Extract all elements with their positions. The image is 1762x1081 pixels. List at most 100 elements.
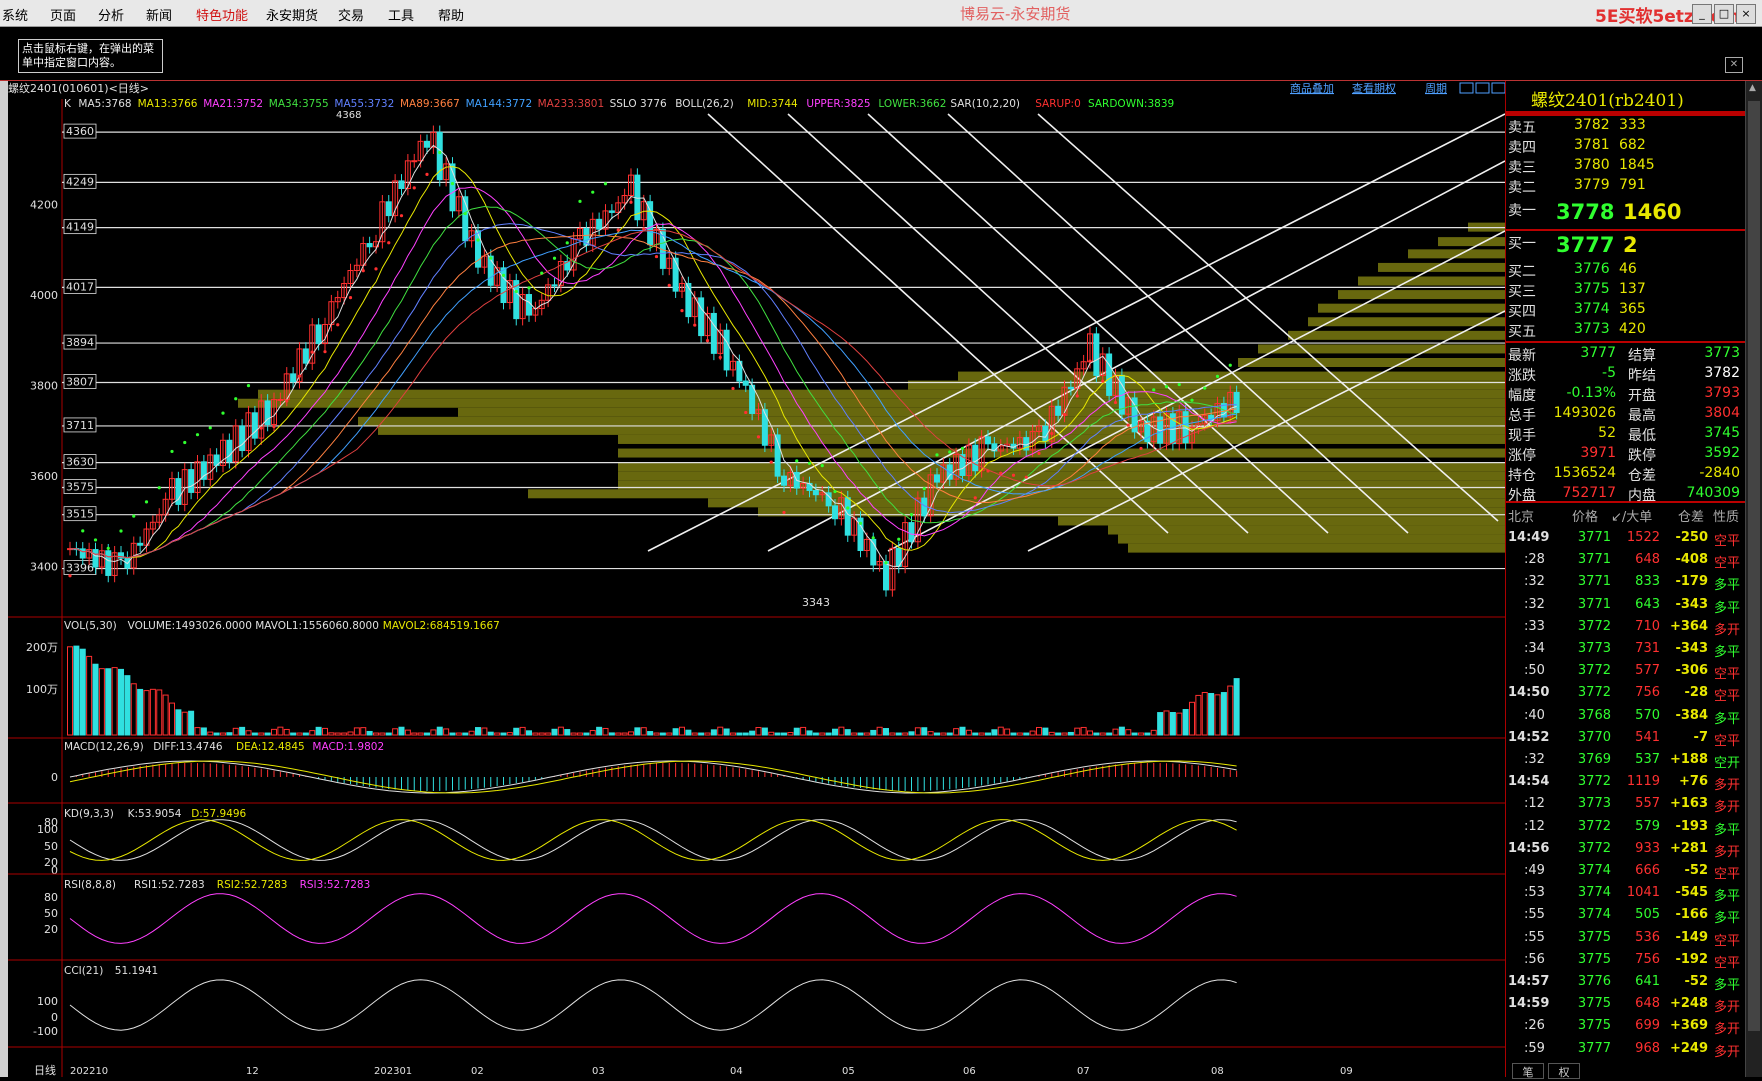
- sar-dot: [310, 350, 314, 354]
- volume-bar: [602, 727, 609, 736]
- volume-bar: [953, 728, 960, 736]
- volume-bar: [551, 728, 558, 736]
- quote-value: 3793: [1704, 385, 1740, 401]
- volume-bar: [353, 727, 360, 736]
- sar-dot: [195, 433, 200, 437]
- candle-body: [424, 140, 430, 148]
- tick-nature: 空平: [1714, 534, 1741, 549]
- volume-profile-bar: [1258, 344, 1558, 354]
- tick-price: 3776: [1577, 974, 1611, 989]
- tick-nature: 多开: [1714, 1044, 1741, 1060]
- menu-item-0[interactable]: 系统: [2, 5, 28, 24]
- tick-price: 3774: [1577, 885, 1611, 901]
- menu-item-3[interactable]: 新闻: [146, 5, 172, 24]
- ask-volume: 791: [1619, 177, 1646, 193]
- tick-nature: 多开: [1714, 1000, 1741, 1016]
- volume-bar: [1227, 685, 1234, 736]
- quote-row: 涨跌 -5 昨结 3782: [1506, 365, 1746, 385]
- quote-row: 总手 1493026 最高 3804: [1506, 405, 1746, 425]
- tick-nature: 多平: [1714, 711, 1741, 727]
- volume-bar: [1195, 694, 1202, 736]
- tick-volume: 537: [1635, 752, 1660, 767]
- price-tick-label: 3400: [30, 561, 58, 574]
- tick-nature: 多平: [1714, 911, 1741, 927]
- quote-row: 外盘 752717 内盘 740309: [1506, 485, 1746, 505]
- vertical-scrollbar[interactable]: ▲: [1745, 81, 1762, 1077]
- candle-body: [277, 398, 284, 401]
- close-button[interactable]: ×: [1736, 4, 1756, 24]
- menu-item-6[interactable]: 交易: [338, 5, 364, 24]
- quote-label: 内盘: [1628, 488, 1656, 504]
- volume-bar: [1169, 712, 1176, 736]
- tick-volume: 699: [1635, 1018, 1660, 1034]
- volume-bar: [589, 730, 596, 736]
- tick-nature: 空平: [1714, 689, 1741, 705]
- tick-oi-change: -384: [1675, 707, 1708, 723]
- bid-price: 3775: [1574, 281, 1610, 297]
- chart-instrument-label: 螺纹2401(010601)<日线>: [8, 81, 149, 95]
- ticks-header-cell: 价格: [1572, 510, 1599, 525]
- chart-link-1[interactable]: 查看期权: [1352, 81, 1396, 95]
- volume-bar: [832, 728, 838, 736]
- app-title: 博易云-永安期货: [960, 5, 1071, 23]
- tick-row: 14:56 3772 933 +281 多开: [1506, 841, 1746, 863]
- scroll-thumb[interactable]: [1748, 101, 1760, 1031]
- sar-dot: [540, 271, 544, 275]
- volume-bar: [258, 732, 265, 736]
- sar-dot: [731, 386, 735, 391]
- close-icon[interactable]: ✕: [1725, 57, 1743, 73]
- tick-time: 14:49: [1508, 530, 1550, 545]
- tick-nature: 多平: [1714, 822, 1741, 838]
- scroll-up-icon[interactable]: ▲: [1749, 83, 1760, 94]
- quote-label: 现手: [1508, 428, 1536, 444]
- quote-value: 1536524: [1553, 465, 1616, 481]
- macd-tick-label: 0: [51, 771, 58, 784]
- tick-row: :55 3774 505 -166 多平: [1506, 907, 1746, 929]
- volume-bar: [710, 729, 717, 736]
- menu-item-2[interactable]: 分析: [98, 5, 124, 24]
- menu-item-1[interactable]: 页面: [50, 5, 76, 24]
- chart-link-2[interactable]: 周期: [1425, 82, 1447, 95]
- volume-bar: [341, 732, 348, 736]
- tick-nature: 多平: [1714, 645, 1741, 660]
- candle-body: [781, 475, 787, 486]
- candle-body: [92, 549, 99, 568]
- tick-price: 3772: [1577, 663, 1611, 679]
- chart-area[interactable]: 螺纹2401(010601)<日线> 商品叠加 查看期权 周期 K MA5:3768 MA1…: [8, 81, 1558, 1077]
- volume-bar: [844, 729, 851, 736]
- menu-item-4[interactable]: 特色功能: [196, 5, 248, 24]
- tick-volume: 648: [1635, 552, 1660, 568]
- tick-oi-change: -28: [1684, 685, 1709, 701]
- quote-value: 3804: [1704, 405, 1740, 421]
- tick-oi-change: -306: [1675, 663, 1708, 679]
- price-tick-label: 3600: [30, 470, 58, 483]
- chart-link-0[interactable]: 商品叠加: [1290, 81, 1334, 95]
- minimize-button[interactable]: _: [1692, 4, 1712, 24]
- rsi_panel-line-0: [69, 893, 1237, 944]
- macd-legend-2: DEA:12.4845: [236, 741, 305, 753]
- volume-bar: [1042, 727, 1049, 736]
- volume-bar: [124, 675, 131, 736]
- volume-bar: [902, 732, 909, 736]
- maximize-button[interactable]: □: [1714, 4, 1734, 24]
- volume-bar: [1080, 726, 1087, 736]
- menu-item-5[interactable]: 永安期货: [266, 5, 318, 24]
- tick-row: :32 3771 643 -343 多平: [1506, 597, 1746, 619]
- candle-body: [290, 373, 297, 383]
- menu-item-8[interactable]: 帮助: [438, 5, 464, 24]
- tick-nature: 多平: [1714, 978, 1741, 993]
- chart-canvas[interactable]: 螺纹2401(010601)<日线> 商品叠加 查看期权 周期 K MA5:3768 MA1…: [8, 81, 1558, 1077]
- sar-dot: [718, 355, 722, 360]
- tick-oi-change: -408: [1675, 552, 1708, 568]
- quote-label: 开盘: [1628, 388, 1656, 404]
- tick-price: 3771: [1577, 530, 1611, 545]
- volume-bar: [1208, 692, 1215, 736]
- sar-dot: [246, 384, 251, 388]
- quote-row: 最新 3777 结算 3773: [1506, 345, 1746, 365]
- quote-label: 结算: [1628, 348, 1656, 364]
- menu-item-7[interactable]: 工具: [388, 5, 414, 24]
- volume-bar: [430, 729, 437, 736]
- volume-bar: [564, 729, 571, 736]
- tick-oi-change: -149: [1675, 929, 1708, 945]
- volume-bar: [946, 732, 953, 736]
